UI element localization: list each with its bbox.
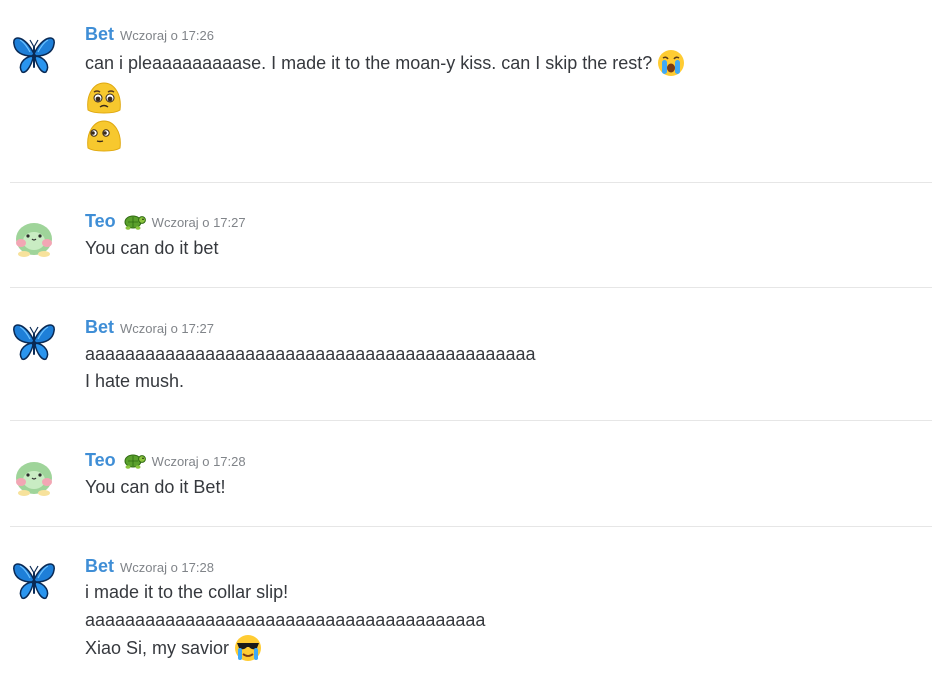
- message-line: aaaaaaaaaaaaaaaaaaaaaaaaaaaaaaaaaaaaaaaa: [85, 609, 486, 630]
- message-divider: [10, 420, 932, 421]
- message-line: i made it to the collar slip!: [85, 581, 289, 602]
- cool-crying-face-icon[interactable]: [233, 633, 263, 663]
- message-text: Xiao Si, my savior: [85, 635, 263, 661]
- username[interactable]: Bet: [85, 24, 114, 45]
- message-divider: [10, 526, 932, 527]
- username[interactable]: Teo: [85, 450, 116, 471]
- timestamp[interactable]: Wczoraj o 17:26: [120, 28, 214, 43]
- butterfly-icon[interactable]: [10, 556, 58, 604]
- message-text: You can do it Bet!: [85, 474, 225, 500]
- message-header: Bet Wczoraj o 17:26: [85, 22, 214, 46]
- username[interactable]: Bet: [85, 556, 114, 577]
- message-text: You can do it bet: [85, 235, 218, 261]
- message-text: can i pleaaaaaaaaase. I made it to the m…: [85, 50, 686, 76]
- message-header: Bet Wczoraj o 17:28: [85, 554, 214, 578]
- timestamp[interactable]: Wczoraj o 17:27: [152, 215, 246, 230]
- turtle-icon: [122, 450, 146, 470]
- message-header: Teo Wczoraj o 17:27: [85, 209, 246, 233]
- message-line: can i pleaaaaaaaaase. I made it to the m…: [85, 52, 653, 73]
- timestamp[interactable]: Wczoraj o 17:28: [152, 454, 246, 469]
- shy-blob-icon[interactable]: [84, 118, 124, 154]
- pleading-blob-icon[interactable]: [84, 80, 124, 116]
- message-divider: [10, 287, 932, 288]
- butterfly-icon[interactable]: [10, 30, 58, 78]
- timestamp[interactable]: Wczoraj o 17:27: [120, 321, 214, 336]
- message-line: I hate mush.: [85, 370, 185, 391]
- turtle-icon: [122, 211, 146, 231]
- butterfly-icon[interactable]: [10, 317, 58, 365]
- message-line: Xiao Si, my savior: [85, 637, 230, 658]
- frog-avatar-icon[interactable]: [10, 450, 58, 498]
- message-line: aaaaaaaaaaaaaaaaaaaaaaaaaaaaaaaaaaaaaaaa…: [85, 343, 536, 364]
- username[interactable]: Bet: [85, 317, 114, 338]
- chat-messages: Bet Wczoraj o 17:26 can i pleaaaaaaaaase…: [0, 0, 947, 681]
- message-line: You can do it Bet!: [85, 476, 226, 497]
- message-header: Bet Wczoraj o 17:27: [85, 315, 214, 339]
- username[interactable]: Teo: [85, 211, 116, 232]
- message-line: You can do it bet: [85, 237, 219, 258]
- timestamp[interactable]: Wczoraj o 17:28: [120, 560, 214, 575]
- loudly-crying-face-icon[interactable]: [656, 48, 686, 78]
- message-header: Teo Wczoraj o 17:28: [85, 448, 246, 472]
- message-divider: [10, 182, 932, 183]
- frog-avatar-icon[interactable]: [10, 211, 58, 259]
